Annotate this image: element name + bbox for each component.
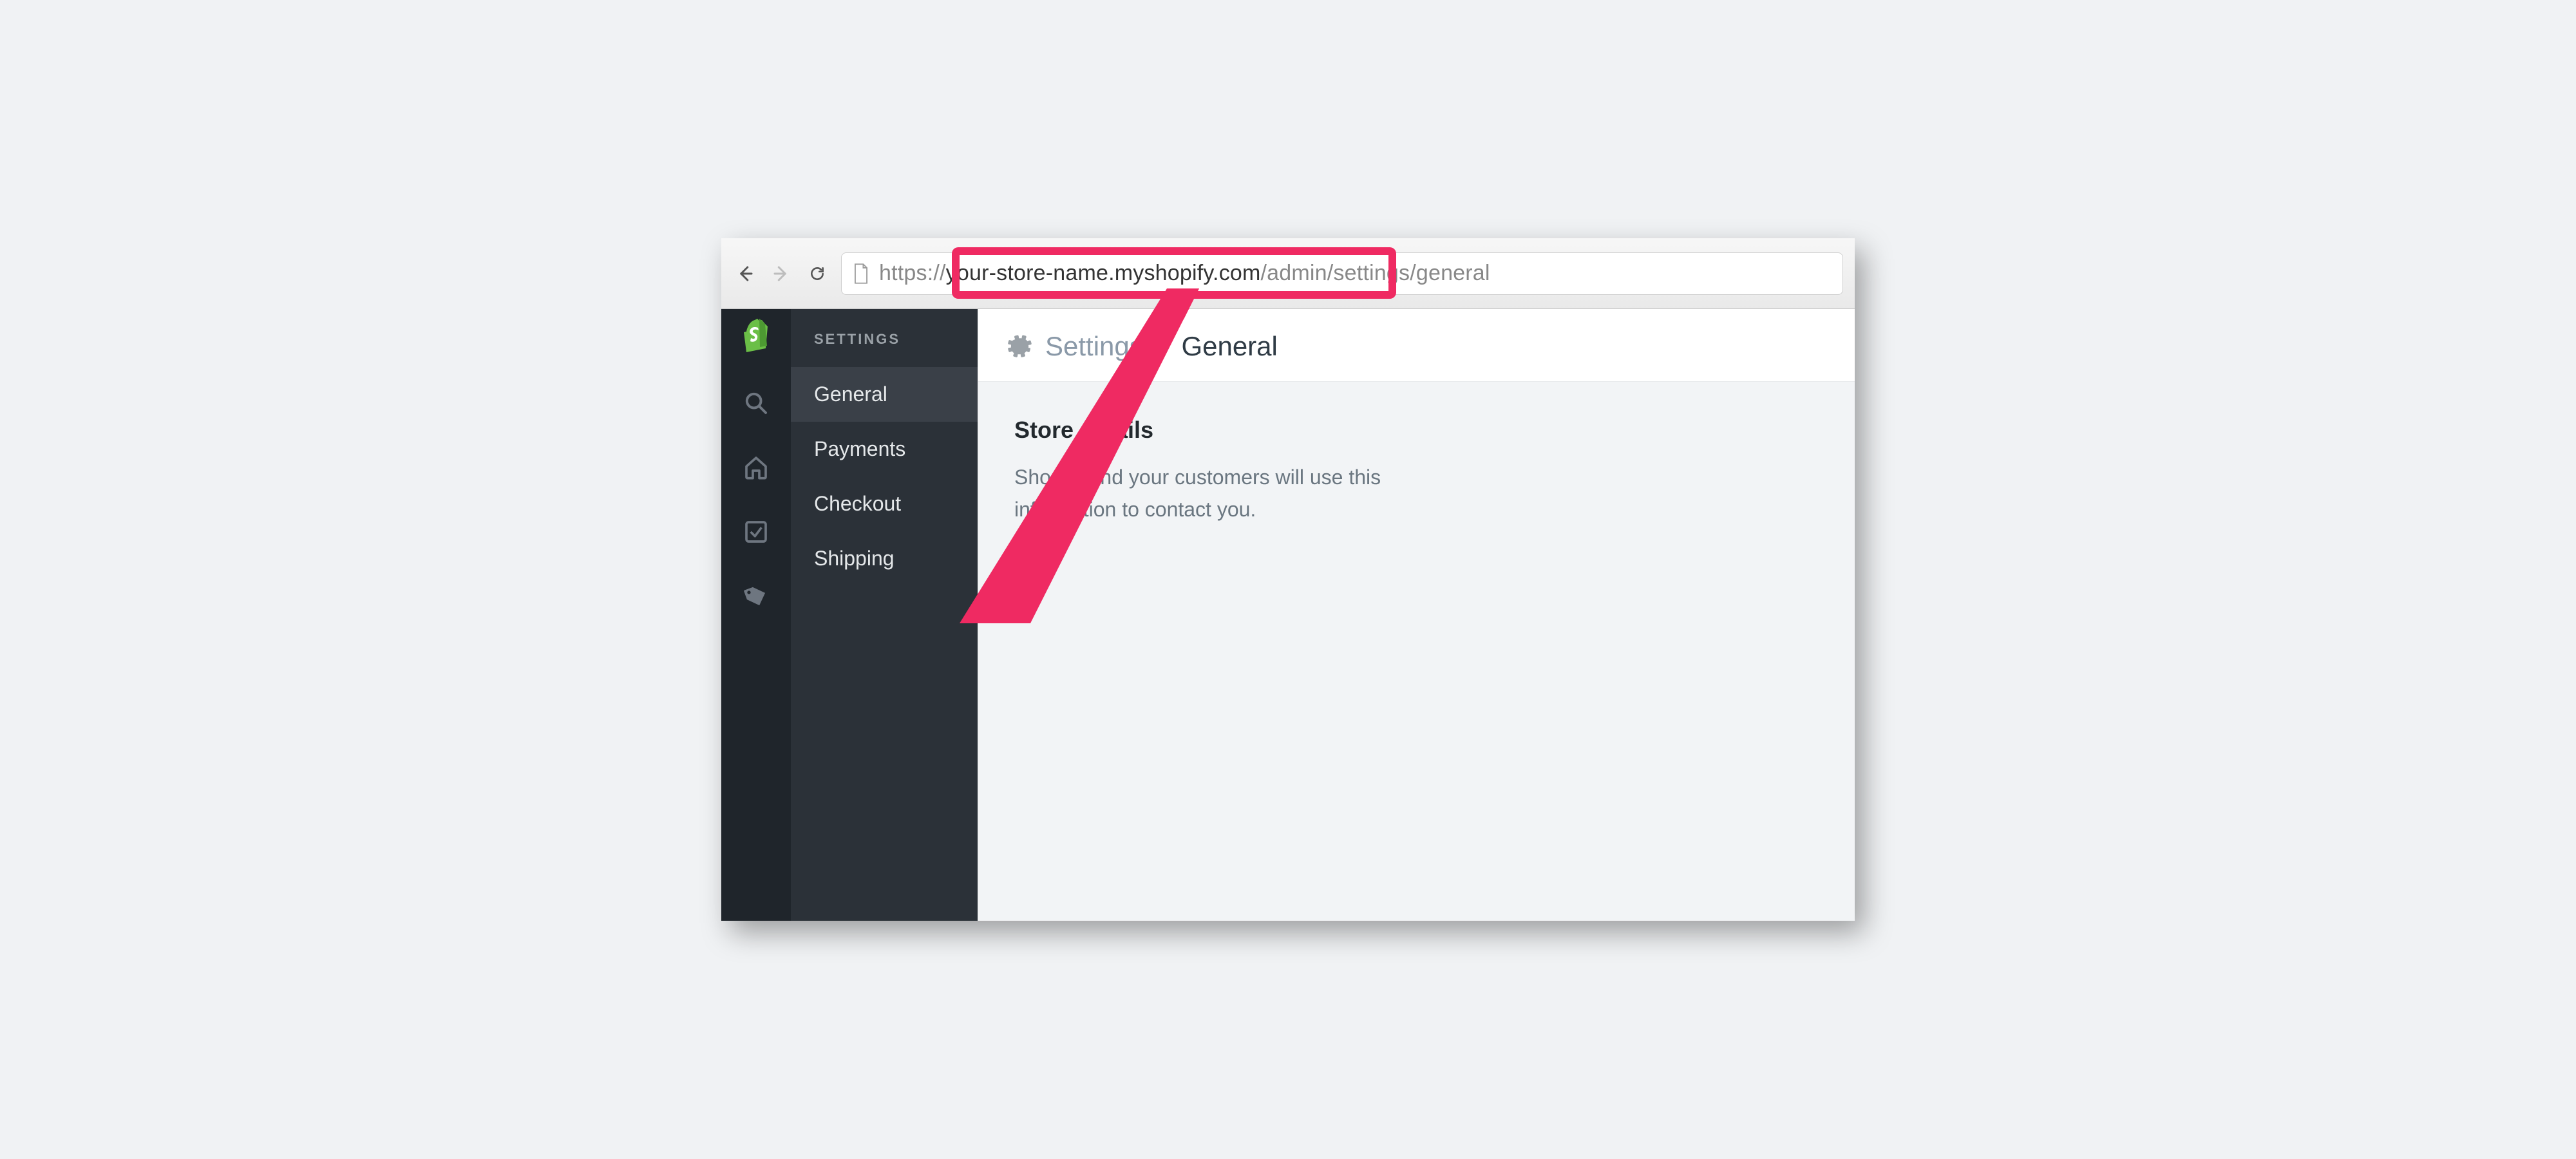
reload-button[interactable] — [805, 261, 829, 286]
sidebar-item-shipping[interactable]: Shipping — [791, 531, 978, 586]
tag-icon[interactable] — [741, 581, 772, 612]
icon-rail — [721, 309, 791, 921]
settings-sidebar: SETTINGS General Payments Checkout Shipp… — [791, 309, 978, 921]
url-path: /admin/settings/general — [1261, 261, 1490, 285]
forward-button[interactable] — [769, 261, 793, 286]
section-title: Store details — [1014, 417, 1819, 444]
url-scheme: https:// — [879, 261, 946, 285]
gear-icon — [1007, 333, 1034, 360]
screenshot-frame: https://your-store-name.myshopify.com/ad… — [721, 238, 1855, 921]
sidebar-item-label: Checkout — [814, 492, 901, 515]
sidebar-item-general[interactable]: General — [791, 367, 978, 422]
sidebar-item-payments[interactable]: Payments — [791, 422, 978, 476]
browser-toolbar: https://your-store-name.myshopify.com/ad… — [721, 238, 1855, 309]
page-icon — [852, 263, 870, 285]
breadcrumb-separator: / — [1155, 331, 1170, 362]
sidebar-item-label: Shipping — [814, 547, 895, 570]
app-frame: SETTINGS General Payments Checkout Shipp… — [721, 309, 1855, 921]
url-domain: your-store-name.myshopify.com — [946, 261, 1261, 285]
section-description: Shopify and your customers will use this… — [1014, 462, 1426, 525]
address-bar[interactable]: https://your-store-name.myshopify.com/ad… — [841, 252, 1843, 295]
search-icon[interactable] — [741, 388, 772, 419]
settings-menu: General Payments Checkout Shipping — [791, 367, 978, 586]
sidebar-item-label: Payments — [814, 437, 905, 460]
checkbox-icon[interactable] — [741, 516, 772, 547]
home-icon[interactable] — [741, 452, 772, 483]
page-header: Settings / General — [978, 309, 1855, 382]
breadcrumb-parent[interactable]: Settings — [1045, 331, 1143, 362]
main-panel: Settings / General Store details Shopify… — [978, 309, 1855, 921]
breadcrumb-current: General — [1181, 331, 1277, 362]
back-button[interactable] — [733, 261, 757, 286]
content-body: Store details Shopify and your customers… — [978, 382, 1855, 921]
url-text: https://your-store-name.myshopify.com/ad… — [879, 261, 1490, 286]
sidebar-item-label: General — [814, 382, 887, 406]
shopify-logo-icon[interactable] — [741, 319, 772, 350]
sidebar-item-checkout[interactable]: Checkout — [791, 476, 978, 531]
sidebar-heading: SETTINGS — [791, 331, 978, 367]
